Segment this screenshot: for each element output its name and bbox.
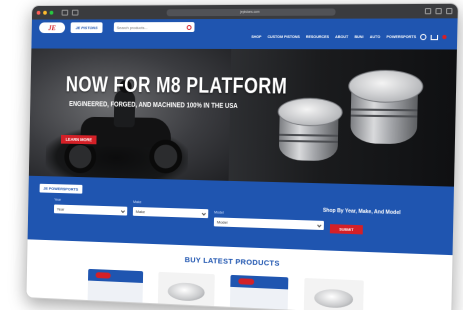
- product-card[interactable]: [303, 277, 364, 310]
- browser-nav-controls: [61, 9, 79, 16]
- submit-button[interactable]: SUBMIT: [329, 224, 363, 235]
- product-card[interactable]: [87, 268, 144, 310]
- product-card[interactable]: [229, 274, 289, 310]
- nav-item-resources[interactable]: RESOURCES: [306, 35, 329, 39]
- nav-item-buni[interactable]: BUNI: [354, 35, 363, 39]
- address-bar[interactable]: jepistons.com: [166, 7, 336, 16]
- chevron-down-icon: [201, 210, 206, 216]
- cart-count-badge: [442, 34, 447, 40]
- back-icon[interactable]: [71, 9, 79, 16]
- nav-item-about[interactable]: ABOUT: [335, 35, 348, 39]
- nav-item-shop[interactable]: SHOP: [251, 35, 261, 39]
- model-label: Model: [214, 210, 224, 215]
- header-icons: [420, 33, 447, 41]
- year-label: Year: [54, 197, 61, 202]
- chevron-down-icon: [317, 222, 322, 227]
- year-select-value: Year: [56, 206, 65, 212]
- browser-toolbar: jepistons.com: [31, 3, 458, 20]
- search-box: [113, 22, 195, 33]
- product-piston-image: [167, 282, 205, 302]
- shop-by-heading: Shop By Year, Make, And Model: [322, 207, 401, 217]
- browser-actions: [424, 7, 453, 15]
- product-card[interactable]: [157, 271, 215, 310]
- share-icon[interactable]: [424, 8, 432, 15]
- cart-icon[interactable]: [430, 34, 439, 40]
- close-window-button[interactable]: [36, 10, 41, 15]
- search-input[interactable]: [116, 23, 187, 32]
- maximize-window-button[interactable]: [49, 10, 54, 15]
- main-nav: SHOP CUSTOM PISTONS RESOURCES ABOUT BUNI…: [251, 35, 416, 39]
- site-header: JE JE PISTONS SHOP CUSTOM PISTONS RESOUR…: [31, 18, 458, 50]
- learn-more-button[interactable]: LEARN MORE: [60, 134, 97, 145]
- je-logo-text: JE: [48, 23, 56, 32]
- new-tab-icon[interactable]: [435, 7, 442, 15]
- tabs-overview-icon[interactable]: [445, 7, 453, 15]
- je-powersports-logo: JE POWERSPORTS: [39, 183, 83, 194]
- nav-item-custom-pistons[interactable]: CUSTOM PISTONS: [267, 35, 299, 39]
- product-box-logo: [238, 278, 255, 285]
- product-box-logo: [95, 272, 111, 279]
- nav-item-powersports[interactable]: POWERSPORTS: [386, 35, 416, 39]
- hero-banner: NOW FOR M8 PLATFORM ENGINEERED, FORGED, …: [28, 48, 457, 187]
- browser-window: jepistons.com JE JE PISTONS SHOP CUSTOM …: [25, 2, 460, 310]
- minimize-window-button[interactable]: [43, 10, 47, 15]
- search-icon[interactable]: [186, 24, 192, 30]
- model-select[interactable]: Model: [213, 217, 324, 231]
- account-icon[interactable]: [420, 33, 427, 41]
- chevron-down-icon: [120, 208, 125, 213]
- year-select[interactable]: Year: [53, 204, 128, 216]
- hero-title: NOW FOR M8 PLATFORM: [65, 71, 288, 99]
- product-piston-image: [314, 288, 354, 309]
- model-select-value: Model: [216, 219, 228, 225]
- make-label: Make: [133, 200, 142, 205]
- make-select[interactable]: Make: [132, 206, 209, 219]
- sidebar-icon[interactable]: [61, 9, 69, 16]
- je-pistons-logo-text: JE PISTONS: [75, 25, 98, 31]
- je-pistons-logo[interactable]: JE PISTONS: [70, 22, 103, 34]
- make-select-value: Make: [135, 208, 146, 215]
- je-logo[interactable]: JE: [39, 22, 66, 34]
- screenshot-stage: jepistons.com JE JE PISTONS SHOP CUSTOM …: [0, 0, 463, 310]
- address-bar-url: jepistons.com: [240, 9, 260, 14]
- nav-item-auto[interactable]: AUTO: [370, 35, 381, 39]
